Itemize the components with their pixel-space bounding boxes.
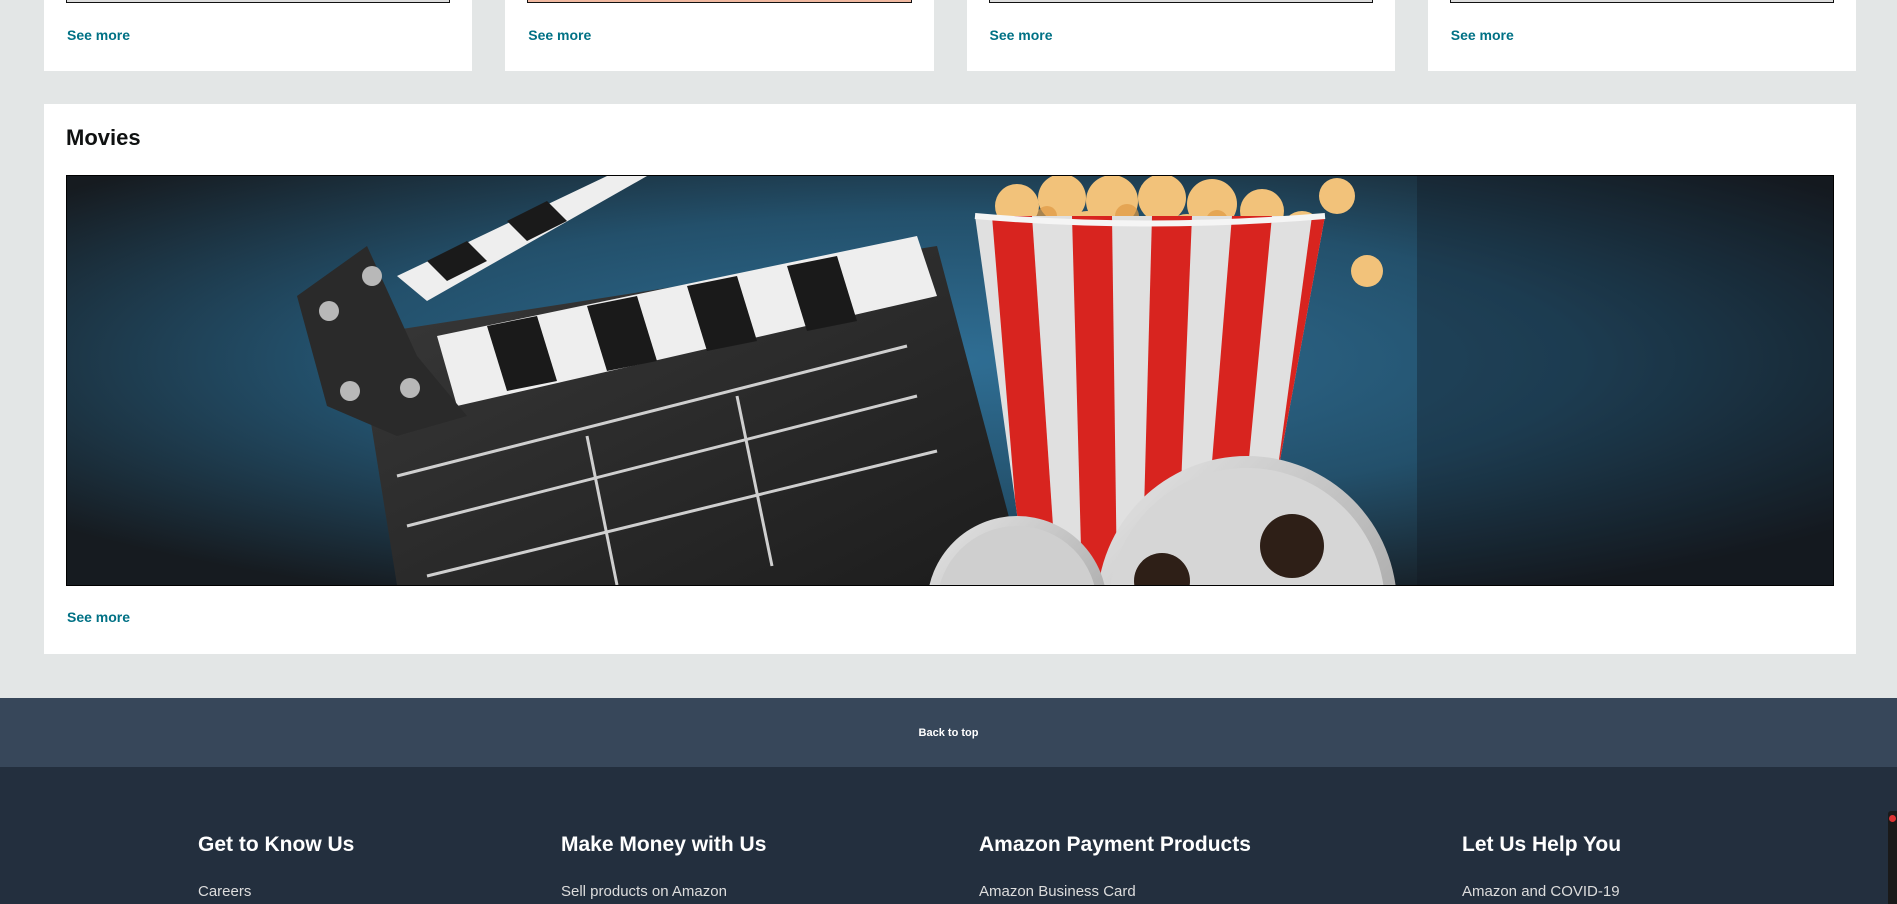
category-card: See more [966, 0, 1395, 71]
footer-link-covid[interactable]: Amazon and COVID-19 [1462, 883, 1621, 900]
footer-link-sell-products[interactable]: Sell products on Amazon [561, 883, 766, 900]
record-icon [1889, 815, 1896, 822]
see-more-link[interactable]: See more [67, 27, 130, 43]
footer: Get to Know Us Careers Make Money with U… [0, 767, 1897, 904]
movies-banner-image[interactable] [66, 175, 1834, 586]
footer-column-get-to-know-us: Get to Know Us Careers [198, 833, 354, 900]
footer-heading: Get to Know Us [198, 833, 355, 856]
footer-heading: Make Money with Us [561, 833, 767, 856]
footer-column-payment-products: Amazon Payment Products Amazon Business … [979, 833, 1251, 900]
footer-column-help: Let Us Help You Amazon and COVID-19 [1462, 833, 1621, 900]
card-image[interactable] [988, 0, 1373, 3]
top-cards-row: See more See more See more See more [44, 0, 1856, 71]
footer-column-make-money: Make Money with Us Sell products on Amaz… [561, 833, 766, 900]
footer-link-business-card[interactable]: Amazon Business Card [979, 883, 1251, 900]
movies-card: Movies See more [44, 104, 1856, 654]
see-more-link[interactable]: See more [528, 27, 591, 43]
card-image[interactable] [1449, 0, 1834, 3]
category-card: See more [1427, 0, 1856, 71]
footer-link-careers[interactable]: Careers [198, 883, 354, 900]
movies-title: Movies [66, 125, 141, 150]
card-image[interactable] [66, 0, 451, 3]
footer-heading: Amazon Payment Products [979, 833, 1251, 856]
see-more-link[interactable]: See more [1451, 27, 1514, 43]
card-image[interactable] [527, 0, 912, 3]
category-card: See more [505, 0, 934, 71]
see-more-link[interactable]: See more [990, 27, 1053, 43]
category-card: See more [44, 0, 473, 71]
back-to-top-button[interactable]: Back to top [0, 698, 1897, 767]
feedback-side-tab[interactable] [1888, 811, 1897, 904]
footer-heading: Let Us Help You [1462, 833, 1622, 856]
movies-see-more-link[interactable]: See more [67, 609, 130, 625]
